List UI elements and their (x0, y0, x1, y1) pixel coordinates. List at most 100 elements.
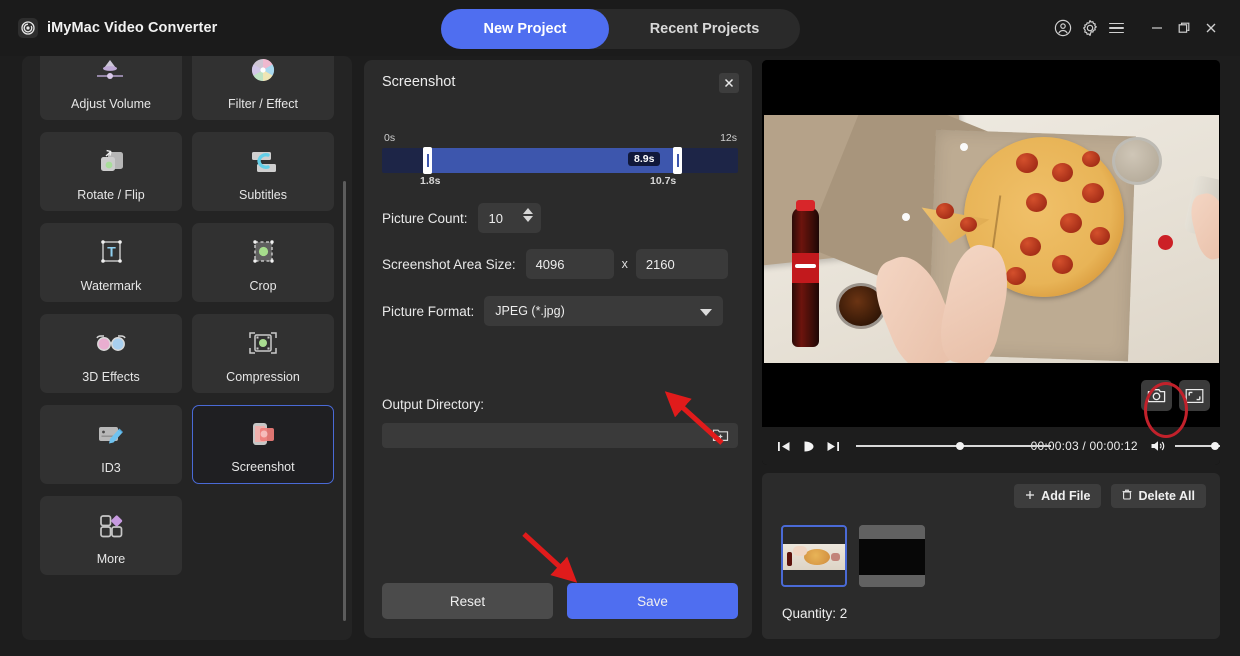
folder-add-icon[interactable] (712, 427, 729, 448)
close-icon[interactable] (719, 73, 739, 93)
svg-text:T: T (107, 244, 116, 260)
range-end-label: 10.7s (650, 175, 677, 187)
area-height-input[interactable]: 2160 (635, 249, 728, 279)
tool-label: ID3 (101, 461, 121, 475)
picture-format-select[interactable]: JPEG (*.jpg) (484, 296, 724, 326)
tab-recent-projects[interactable]: Recent Projects (609, 9, 800, 49)
volume-slider-icon (40, 56, 182, 88)
video-preview: 00:00:03 / 00:00:12 (762, 60, 1220, 465)
tool-label: Subtitles (239, 188, 287, 202)
pizza-clip-thumbnail[interactable] (781, 525, 847, 587)
output-directory-input[interactable] (382, 423, 738, 448)
next-icon[interactable] (826, 440, 840, 453)
tool-label: Adjust Volume (71, 97, 151, 111)
range-start-label: 1.8s (420, 175, 441, 187)
stepper-arrows[interactable] (522, 208, 533, 222)
tool-label: Crop (249, 279, 277, 293)
tool-adjust-volume[interactable]: Adjust Volume (40, 56, 182, 120)
picture-count-row: Picture Count: 10 (382, 203, 541, 233)
reset-button[interactable]: Reset (382, 583, 553, 619)
timeline-bounds: 0s 12s (382, 132, 738, 146)
timeline-start-handle[interactable] (423, 147, 432, 174)
tool-compression[interactable]: Compression (192, 314, 334, 393)
tool-filter-effect[interactable]: Filter / Effect (192, 56, 334, 120)
tool-label: Rotate / Flip (77, 188, 145, 202)
screenshot-panel: Screenshot 0s 12s 8.9s 1.8s 10.7s Pictur… (364, 60, 752, 638)
account-icon[interactable] (1049, 13, 1076, 43)
tool-crop[interactable]: Crop (192, 223, 334, 302)
quantity-label: Quantity: 2 (782, 606, 848, 621)
project-tabs: New Project Recent Projects (441, 9, 800, 49)
previous-icon[interactable] (777, 440, 791, 453)
video-surface[interactable]: 00:00:03 / 00:00:12 (762, 60, 1220, 465)
tool-more[interactable]: More (40, 496, 182, 575)
minimize-button[interactable] (1143, 13, 1170, 43)
watermark-text-icon: T (40, 236, 182, 270)
picture-format-label: Picture Format: (382, 303, 475, 319)
expand-icon[interactable] (1179, 380, 1210, 411)
size-separator: x (621, 257, 628, 271)
volume-slider[interactable] (1174, 439, 1220, 453)
tool-subtitles[interactable]: Subtitles (192, 132, 334, 211)
timeline-range-slider[interactable]: 0s 12s 8.9s 1.8s 10.7s (382, 132, 738, 189)
picture-format-row: Picture Format: JPEG (*.jpg) (382, 296, 724, 326)
area-width-input[interactable]: 4096 (525, 249, 614, 279)
video-frame-image (764, 115, 1219, 363)
rotate-flip-icon (40, 145, 182, 179)
timeline-range-values: 1.8s 10.7s (382, 175, 738, 189)
delete-all-button[interactable]: Delete All (1111, 484, 1206, 508)
timeline-end-handle[interactable] (673, 147, 682, 174)
panel-title: Screenshot (382, 74, 456, 90)
tool-label: More (96, 552, 126, 566)
seek-slider[interactable] (856, 439, 1051, 453)
area-size-label: Screenshot Area Size: (382, 256, 516, 272)
tool-label: Filter / Effect (228, 97, 298, 111)
volume-icon[interactable] (1150, 439, 1166, 453)
file-list-actions: Add File Delete All (1014, 484, 1206, 508)
panel-actions: Reset Save (382, 583, 738, 619)
thumbnail-strip (781, 525, 925, 587)
timeline-track[interactable]: 8.9s (382, 147, 738, 174)
picture-count-value: 10 (488, 210, 504, 226)
save-button[interactable]: Save (567, 583, 738, 619)
tool-label: Watermark (80, 279, 142, 293)
application-window: iMyMac Video Converter New Project Recen… (0, 0, 1240, 656)
3d-glasses-icon (40, 327, 182, 361)
title-bar: iMyMac Video Converter New Project Recen… (0, 0, 1240, 56)
dark-clip-thumbnail[interactable] (859, 525, 925, 587)
app-title: iMyMac Video Converter (47, 20, 218, 36)
trash-icon (1122, 489, 1132, 503)
tab-new-project[interactable]: New Project (441, 9, 609, 49)
tools-panel: Adjust Volume Filter / Effect Rotate / F… (22, 56, 352, 640)
play-icon[interactable] (802, 440, 815, 453)
maximize-button[interactable] (1170, 13, 1197, 43)
add-file-button[interactable]: Add File (1014, 484, 1102, 508)
crop-icon (192, 236, 334, 270)
id3-edit-icon (40, 418, 182, 452)
camera-icon[interactable] (1141, 380, 1172, 411)
picture-format-value: JPEG (*.jpg) (495, 304, 565, 318)
stepper-down-icon[interactable] (522, 216, 533, 222)
picture-count-stepper[interactable]: 10 (477, 203, 541, 233)
tool-label: 3D Effects (82, 370, 140, 384)
screenshot-icon (193, 419, 333, 453)
tool-rotate-flip[interactable]: Rotate / Flip (40, 132, 182, 211)
tools-scrollbar[interactable] (342, 181, 346, 621)
tool-label: Screenshot (231, 460, 295, 474)
plus-icon (1025, 489, 1035, 503)
window-controls (1049, 0, 1224, 56)
subtitles-icon (192, 145, 334, 179)
close-button[interactable] (1197, 13, 1224, 43)
tool-screenshot[interactable]: Screenshot (192, 405, 334, 484)
tool-3d-effects[interactable]: 3D Effects (40, 314, 182, 393)
delete-all-label: Delete All (1138, 489, 1195, 503)
file-list-panel: Add File Delete All Quantity: 2 (762, 473, 1220, 639)
tool-label: Compression (226, 370, 300, 384)
menu-icon[interactable] (1103, 13, 1130, 43)
timeline-end-label: 12s (720, 132, 737, 144)
compression-icon (192, 327, 334, 361)
gear-icon[interactable] (1076, 13, 1103, 43)
tool-id3[interactable]: ID3 (40, 405, 182, 484)
stepper-up-icon[interactable] (522, 208, 533, 214)
tool-watermark[interactable]: T Watermark (40, 223, 182, 302)
